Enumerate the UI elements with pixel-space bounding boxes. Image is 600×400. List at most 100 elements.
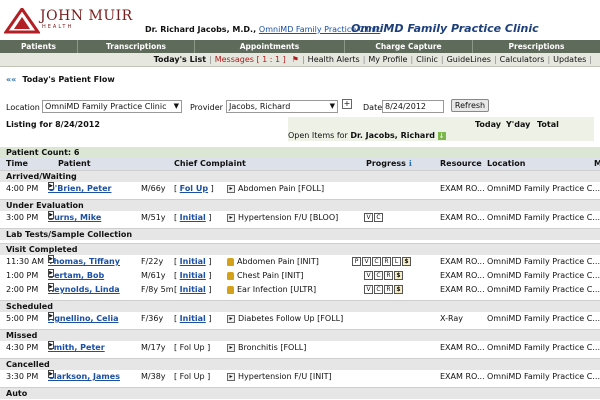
table-row: 4:00 PM ▶ O'Brien, Peter M/66y [ Fol Up ] ▸ Ab… [0,182,600,196]
chevron-down-icon: ▼ [173,102,179,110]
visit-type-link[interactable]: Initial [180,314,206,323]
patient-cell: ▶ Burns, Mike [48,211,101,225]
col-chief-complaint[interactable]: Chief Complaint [174,158,246,170]
subnav-calculators[interactable]: Calculators [497,55,548,64]
resource: EXAM RO... [440,372,485,381]
patient-cell: ▶ Bertam, Bob [48,269,104,283]
checklist-icon[interactable]: C [372,257,381,266]
visit-type-link[interactable]: Fol Up [180,184,208,193]
lab-icon[interactable]: L [392,257,401,266]
visit-type-link[interactable]: Initial [180,257,206,266]
rx-icon[interactable]: R [382,257,391,266]
col-resource[interactable]: Resource [440,158,482,170]
resource: EXAM RO... [440,213,485,222]
chief-complaint: Chest Pain [INIT] [227,269,303,283]
subnav-guidelines[interactable]: GuideLines [444,55,494,64]
nav-patients[interactable]: Patients [0,40,78,53]
visit-type[interactable]: [ Initial ] [174,283,211,297]
info-icon: ℹ [408,159,412,168]
patient-menu-icon[interactable]: ▶ [48,211,54,219]
col-patient[interactable]: Patient [58,158,91,170]
visit-type: [ Fol Up ] [174,341,210,355]
appointment-time: 1:00 PM [6,271,39,280]
patient-name-link[interactable]: Smith, Peter [48,343,105,352]
provider-value: Jacobs, Richard [229,102,291,111]
visit-type[interactable]: [ Initial ] [174,211,211,225]
location: OmniMD Family Practice C... [487,257,600,266]
note-icon[interactable]: ▸ [227,213,235,222]
checklist-icon[interactable]: C [374,271,383,280]
subnav-updates[interactable]: Updates [550,55,589,64]
col-location[interactable]: Location [487,158,526,170]
subnav-messages[interactable]: Messages [ 1 : 1 ] [212,55,289,64]
appointment-time: 2:00 PM [6,285,39,294]
visit-type[interactable]: [ Initial ] [174,312,211,326]
person-icon[interactable]: P [352,257,361,266]
patient-menu-icon[interactable]: ▶ [48,255,54,263]
lock-icon [227,285,234,294]
nav-appointments[interactable]: Appointments [195,40,345,53]
provider-select[interactable]: Jacobs, Richard ▼ [226,100,338,113]
nav-prescriptions[interactable]: Prescriptions [473,40,600,53]
note-icon[interactable]: ▸ [227,343,235,352]
patient-name-link[interactable]: Agnellino, Celia [48,314,118,323]
patient-menu-icon[interactable]: ▶ [48,269,54,277]
complaint-text: Ear Infection [ULTR] [237,285,317,294]
add-provider-icon[interactable]: + [342,99,352,109]
date-value: 8/24/2012 [385,102,427,111]
billing-icon[interactable]: $ [394,271,403,280]
subnav-clinic[interactable]: Clinic [413,55,441,64]
visit-type-link[interactable]: Initial [180,271,206,280]
visit-type-link[interactable]: Initial [180,213,206,222]
appointment-time: 3:30 PM [6,372,39,381]
resource: EXAM RO... [440,257,485,266]
visit-type[interactable]: [ Fol Up ] [174,182,214,196]
visit-type[interactable]: [ Initial ] [174,255,211,269]
note-icon[interactable]: ▸ [227,372,235,381]
location-select[interactable]: OmniMD Family Practice Clinic ▼ [42,100,182,113]
billing-icon[interactable]: $ [402,257,411,266]
col-progress[interactable]: Progress ℹ [366,158,412,170]
vitals-icon[interactable]: V [364,213,373,222]
location: OmniMD Family Practice C... [487,343,600,352]
vitals-icon[interactable]: V [364,285,373,294]
patient-flow-title: «« Today's Patient Flow [6,75,115,84]
subnav-todays-list[interactable]: Today's List [151,55,209,64]
date-field[interactable]: 8/24/2012 [382,100,444,113]
col-time[interactable]: Time [6,158,28,170]
patient-menu-icon[interactable]: ▶ [48,341,54,349]
patient-menu-icon[interactable]: ▶ [48,370,54,378]
doctor-label: Dr. Richard Jacobs, M.D., [145,25,257,34]
checklist-icon[interactable]: C [374,213,383,222]
subnav-my-profile[interactable]: My Profile [365,55,410,64]
expand-arrow-icon[interactable]: ↓ [437,131,446,140]
appointment-time: 4:30 PM [6,343,39,352]
checklist-icon[interactable]: C [374,285,383,294]
note-icon[interactable]: ▸ [227,314,235,323]
location-value: OmniMD Family Practice Clinic [45,102,167,111]
patient-name-link[interactable]: Reynolds, Linda [48,285,120,294]
appointment-time: 11:30 AM [6,257,44,266]
vitals-icon[interactable]: V [364,271,373,280]
billing-icon[interactable]: $ [394,285,403,294]
patient-name-link[interactable]: Burns, Mike [48,213,101,222]
nav-charge-capture[interactable]: Charge Capture [345,40,473,53]
rx-icon[interactable]: R [384,271,393,280]
note-icon[interactable]: ▸ [227,184,235,193]
collapse-arrows-icon[interactable]: «« [6,75,16,84]
lock-icon [227,257,234,266]
refresh-button[interactable]: Refresh [451,99,489,112]
patient-name-link[interactable]: O'Brien, Peter [48,184,111,193]
patient-menu-icon[interactable]: ▶ [48,312,54,320]
visit-type[interactable]: [ Initial ] [174,269,211,283]
vitals-icon[interactable]: V [362,257,371,266]
nav-transcriptions[interactable]: Transcriptions [78,40,195,53]
visit-type-link[interactable]: Initial [180,285,206,294]
patient-name-link[interactable]: Thomas, Tiffany [48,257,120,266]
subnav-health-alerts[interactable]: Health Alerts [305,55,363,64]
patient-name-link[interactable]: Bertam, Bob [48,271,104,280]
patient-name-link[interactable]: Clarkson, James [48,372,120,381]
patient-menu-icon[interactable]: ▶ [48,283,54,291]
patient-menu-icon[interactable]: ▶ [48,182,54,190]
rx-icon[interactable]: R [384,285,393,294]
